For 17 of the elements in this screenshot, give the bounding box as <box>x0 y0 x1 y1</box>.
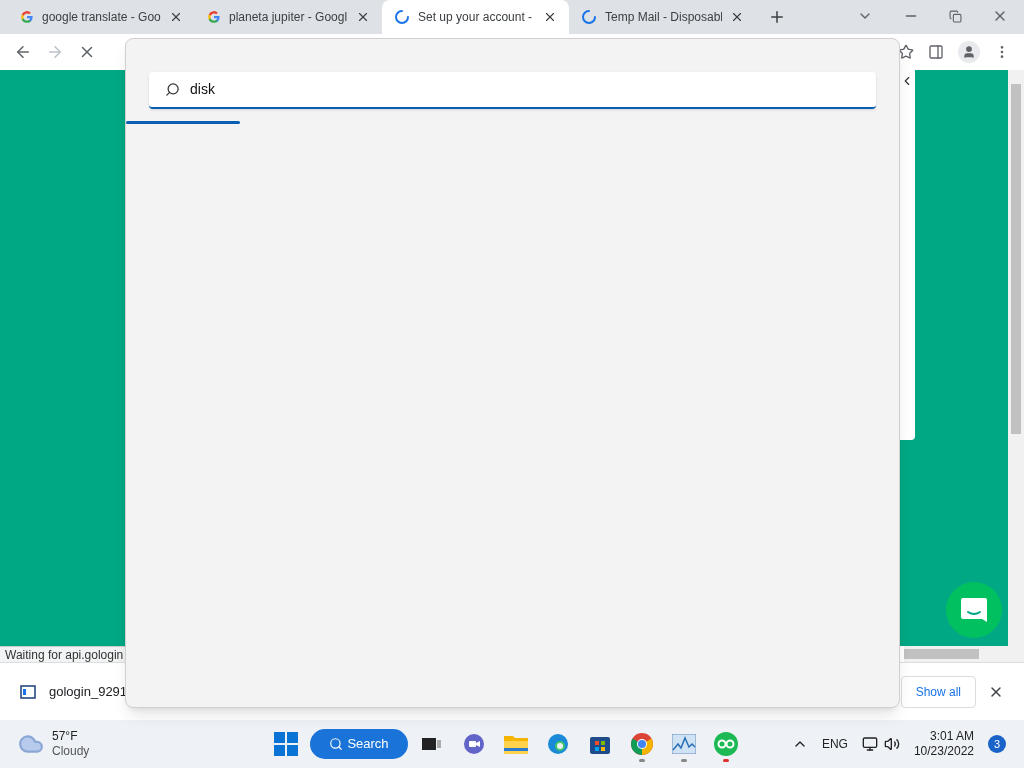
clock[interactable]: 3:01 AM 10/23/2022 <box>913 729 974 759</box>
tab-title: planeta jupiter - Googl <box>229 9 348 26</box>
tab-title: Set up your account - <box>418 9 534 26</box>
search-field[interactable]: disk <box>149 72 876 109</box>
browser-tab[interactable]: planeta jupiter - Googl <box>195 0 382 34</box>
search-button[interactable]: Search <box>310 729 408 759</box>
weather-condition: Cloudy <box>52 744 90 759</box>
language-indicator[interactable]: ENG <box>821 735 848 753</box>
browser-tab[interactable]: google translate - Goo <box>8 0 195 34</box>
search-input[interactable]: disk <box>190 79 860 100</box>
notification-badge[interactable]: 3 <box>988 735 1006 753</box>
tab-title: Temp Mail - Disposabl <box>605 9 722 26</box>
download-file-name[interactable]: gologin_9291 <box>49 681 128 702</box>
temperature: 57°F <box>52 729 79 744</box>
browser-tab[interactable]: Temp Mail - Disposabl <box>569 0 756 34</box>
browser-tab[interactable]: Set up your account - <box>382 0 569 34</box>
tab-title: google translate - Goo <box>42 9 161 26</box>
